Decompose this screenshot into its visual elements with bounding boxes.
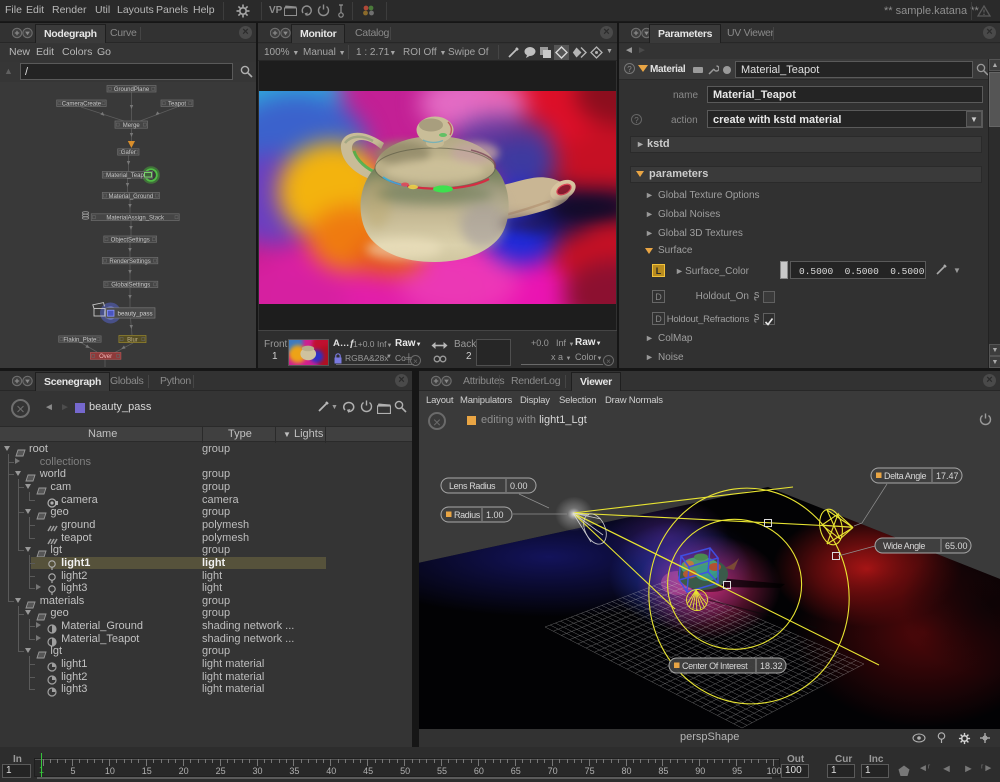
svg-text:Center Of Interest: Center Of Interest <box>682 661 748 671</box>
svg-text:Merge: Merge <box>123 123 141 129</box>
svg-text:65.00: 65.00 <box>945 541 968 551</box>
svg-text:Wide Angle: Wide Angle <box>883 541 925 551</box>
svg-text:GroundPlane: GroundPlane <box>114 87 150 93</box>
svg-text:RenderSettings: RenderSettings <box>109 259 150 265</box>
svg-text:18.32: 18.32 <box>760 661 783 671</box>
svg-text:Radius: Radius <box>454 510 481 520</box>
svg-text:Teapot: Teapot <box>168 101 186 107</box>
svg-text:1.00: 1.00 <box>486 510 504 520</box>
svg-text:MaterialAssign_Stack: MaterialAssign_Stack <box>106 215 165 221</box>
svg-text:beauty_pass: beauty_pass <box>118 310 153 317</box>
svg-text:Delta Angle: Delta Angle <box>884 471 927 481</box>
svg-text:ObjectSettings: ObjectSettings <box>111 237 150 243</box>
svg-text:GlobalSettings: GlobalSettings <box>111 283 150 289</box>
svg-text:Flakin_Plate: Flakin_Plate <box>63 337 97 343</box>
svg-text:Material_Teapot: Material_Teapot <box>106 173 149 179</box>
svg-text:Over: Over <box>99 354 112 360</box>
svg-text:Gafer: Gafer <box>121 150 136 156</box>
svg-text:0.00: 0.00 <box>510 481 528 491</box>
svg-text:Lens Radius: Lens Radius <box>449 481 496 491</box>
svg-text:Material_Ground: Material_Ground <box>108 194 153 200</box>
svg-text:CameraCreate: CameraCreate <box>62 101 102 107</box>
svg-text:17.47: 17.47 <box>936 471 959 481</box>
svg-text:Blur: Blur <box>127 337 138 343</box>
